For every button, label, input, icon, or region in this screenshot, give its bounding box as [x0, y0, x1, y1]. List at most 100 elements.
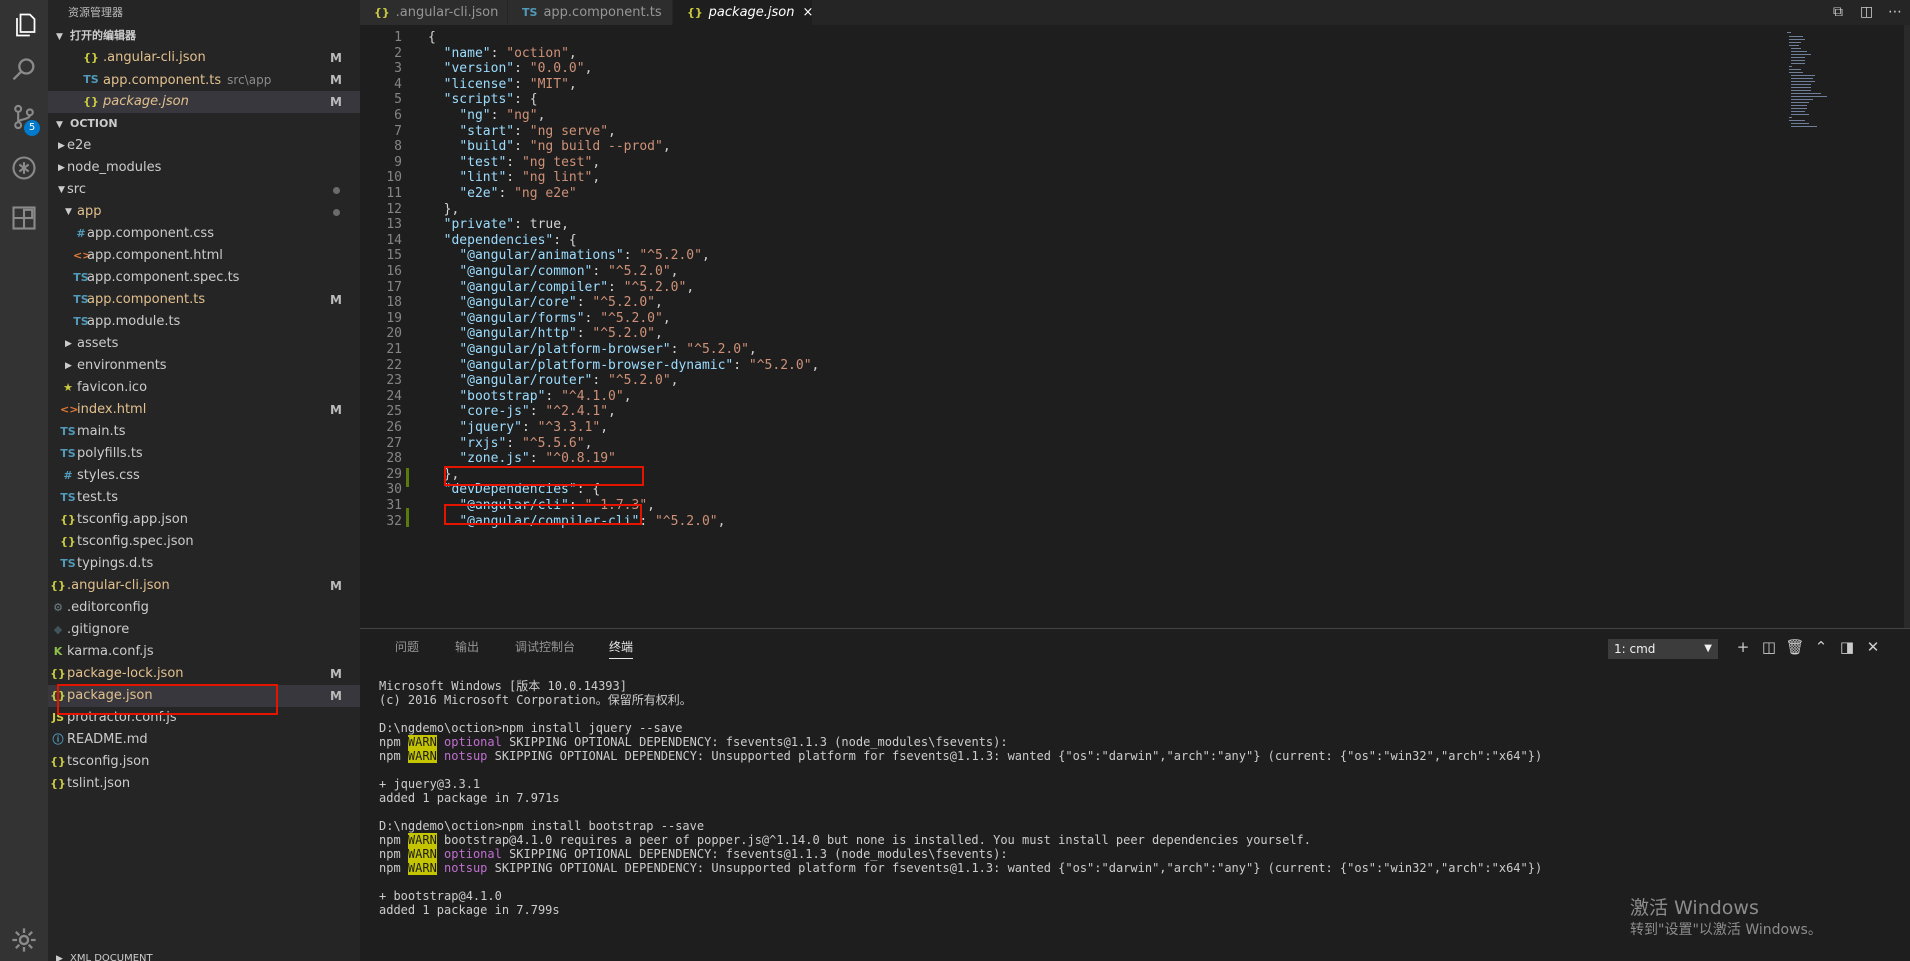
- split-editor-icon[interactable]: ◫: [1860, 0, 1873, 25]
- tree-file[interactable]: TS app.component.spec.ts: [48, 267, 360, 289]
- tab-problems[interactable]: 问题: [395, 629, 419, 665]
- explorer-icon[interactable]: [0, 0, 48, 50]
- tree-folder[interactable]: ▶ assets: [48, 333, 360, 355]
- debug-icon[interactable]: [0, 143, 48, 193]
- tree-file[interactable]: {} tsconfig.spec.json: [48, 531, 360, 553]
- tree-folder[interactable]: ▼ app: [48, 201, 360, 223]
- terminal-output[interactable]: Microsoft Windows [版本 10.0.14393] (c) 201…: [379, 679, 1889, 917]
- changes-dot: [333, 187, 340, 194]
- minimap[interactable]: [1785, 30, 1835, 130]
- tab-terminal[interactable]: 终端: [609, 629, 634, 665]
- split-icon[interactable]: ◫: [1759, 637, 1779, 657]
- tree-file[interactable]: # styles.css: [48, 465, 360, 487]
- chevron-down-icon: ▼: [56, 32, 63, 42]
- open-editor-item[interactable]: TS app.component.ts src\app M: [48, 69, 360, 91]
- gear-icon[interactable]: [0, 920, 48, 960]
- tree-file[interactable]: <> index.html M: [48, 399, 360, 421]
- tab-output[interactable]: 输出: [455, 629, 479, 665]
- open-editor-item[interactable]: {} package.json M: [48, 91, 360, 113]
- tree-item-label: e2e: [67, 138, 92, 153]
- tree-file[interactable]: # app.component.css: [48, 223, 360, 245]
- tree-file[interactable]: TS test.ts: [48, 487, 360, 509]
- source-control-icon[interactable]: [0, 92, 48, 142]
- open-changes-icon[interactable]: ⧉: [1833, 0, 1843, 25]
- tree-folder[interactable]: ▶ node_modules: [48, 157, 360, 179]
- tree-item-label: typings.d.ts: [77, 556, 154, 571]
- tree-file[interactable]: ★ favicon.ico: [48, 377, 360, 399]
- tree-item-label: tsconfig.app.json: [77, 512, 188, 527]
- terminal-select[interactable]: 1: cmd ▼: [1608, 639, 1718, 659]
- code-editor[interactable]: 1{2 "name": "oction", 3 "version": "0.0.0…: [360, 25, 1910, 628]
- tab-app-component-ts[interactable]: TS app.component.ts: [508, 0, 672, 25]
- changes-dot: [333, 209, 340, 216]
- file-type-icon: {}: [50, 579, 66, 592]
- trash-icon[interactable]: 🗑: [1785, 637, 1805, 657]
- tree-folder[interactable]: ▶ environments: [48, 355, 360, 377]
- open-editor-item[interactable]: {} .angular-cli.json M: [48, 47, 360, 69]
- tree-item-label: app.module.ts: [87, 314, 181, 329]
- tree-folder[interactable]: ▼ src: [48, 179, 360, 201]
- tree-file[interactable]: ⚙ .editorconfig: [48, 597, 360, 619]
- tree-item-label: .angular-cli.json: [67, 578, 170, 593]
- tree-item-label: README.md: [67, 732, 148, 747]
- modified-badge: M: [330, 95, 342, 109]
- bottom-panel: 问题 输出 调试控制台 终端 1: cmd ▼ + ◫ 🗑 ⌃ ◨ ✕ Micro…: [360, 628, 1910, 961]
- tree-file[interactable]: TS app.module.ts: [48, 311, 360, 333]
- file-type-icon: TS: [60, 447, 76, 460]
- tab-debug-console[interactable]: 调试控制台: [515, 629, 575, 665]
- layout-icon[interactable]: ◨: [1837, 637, 1857, 657]
- open-editor-label: app.component.ts: [103, 73, 222, 88]
- tree-file[interactable]: TS typings.d.ts: [48, 553, 360, 575]
- tree-file[interactable]: ◆ .gitignore: [48, 619, 360, 641]
- close-icon[interactable]: ✕: [1863, 637, 1883, 657]
- tree-folder[interactable]: ▶ e2e: [48, 135, 360, 157]
- project-header[interactable]: ▼ OCTION: [48, 113, 360, 135]
- tree-file[interactable]: {} package-lock.json M: [48, 663, 360, 685]
- chevron-up-icon[interactable]: ⌃: [1811, 637, 1831, 657]
- file-type-icon: ⚙: [53, 601, 63, 614]
- tree-file[interactable]: <> app.component.html: [48, 245, 360, 267]
- tree-item-label: app: [77, 204, 102, 219]
- tree-file[interactable]: TS polyfills.ts: [48, 443, 360, 465]
- file-type-icon: {}: [60, 535, 76, 548]
- tree-file[interactable]: TS app.component.ts M: [48, 289, 360, 311]
- file-type-icon: ⓘ: [52, 733, 64, 746]
- tree-item-label: styles.css: [77, 468, 140, 483]
- added-line-marker: [406, 508, 409, 527]
- json-file-icon: {}: [83, 95, 99, 108]
- scrollbar[interactable]: [1904, 25, 1910, 628]
- tree-file[interactable]: ⓘ README.md: [48, 729, 360, 751]
- tab-package-json[interactable]: {} package.json ×: [673, 0, 814, 25]
- tree-item-label: test.ts: [77, 490, 118, 505]
- typescript-file-icon: TS: [83, 73, 99, 86]
- tree-file[interactable]: {} tslint.json: [48, 773, 360, 795]
- file-type-icon: TS: [60, 491, 76, 504]
- file-type-icon: TS: [60, 557, 76, 570]
- terminal-line: npm WARN optional SKIPPING OPTIONAL DEPE…: [379, 847, 1008, 861]
- tree-item-label: environments: [77, 358, 167, 373]
- close-icon[interactable]: ×: [803, 5, 814, 20]
- tree-file[interactable]: Kkarma.conf.js: [48, 641, 360, 663]
- open-editor-path: src\app: [227, 73, 272, 87]
- line-number: 32: [386, 513, 402, 529]
- tree-file[interactable]: {} .angular-cli.json M: [48, 575, 360, 597]
- tab-angular-cli-json[interactable]: {} .angular-cli.json: [360, 0, 507, 25]
- tree-file[interactable]: TS main.ts: [48, 421, 360, 443]
- outline-header[interactable]: ▶ XML DOCUMENT: [48, 948, 360, 961]
- file-type-icon: ◆: [53, 623, 63, 636]
- tree-file[interactable]: {} tsconfig.app.json: [48, 509, 360, 531]
- tree-file[interactable]: {} tsconfig.json: [48, 751, 360, 773]
- search-icon[interactable]: [0, 45, 48, 95]
- json-file-icon: {}: [374, 6, 390, 19]
- open-editors-header[interactable]: ▼ 打开的编辑器: [48, 25, 360, 47]
- highlight-box: [444, 504, 642, 525]
- terminal-line: (c) 2016 Microsoft Corporation。保留所有权利。: [379, 693, 692, 707]
- more-actions-icon[interactable]: ⋯: [1888, 0, 1902, 25]
- chevron-right-icon: ▶: [65, 339, 72, 349]
- plus-icon[interactable]: +: [1733, 637, 1753, 657]
- activation-watermark: 激活 Windows 转到"设置"以激活 Windows。: [1630, 897, 1822, 938]
- extensions-icon[interactable]: [0, 193, 48, 243]
- modified-badge: M: [330, 403, 342, 417]
